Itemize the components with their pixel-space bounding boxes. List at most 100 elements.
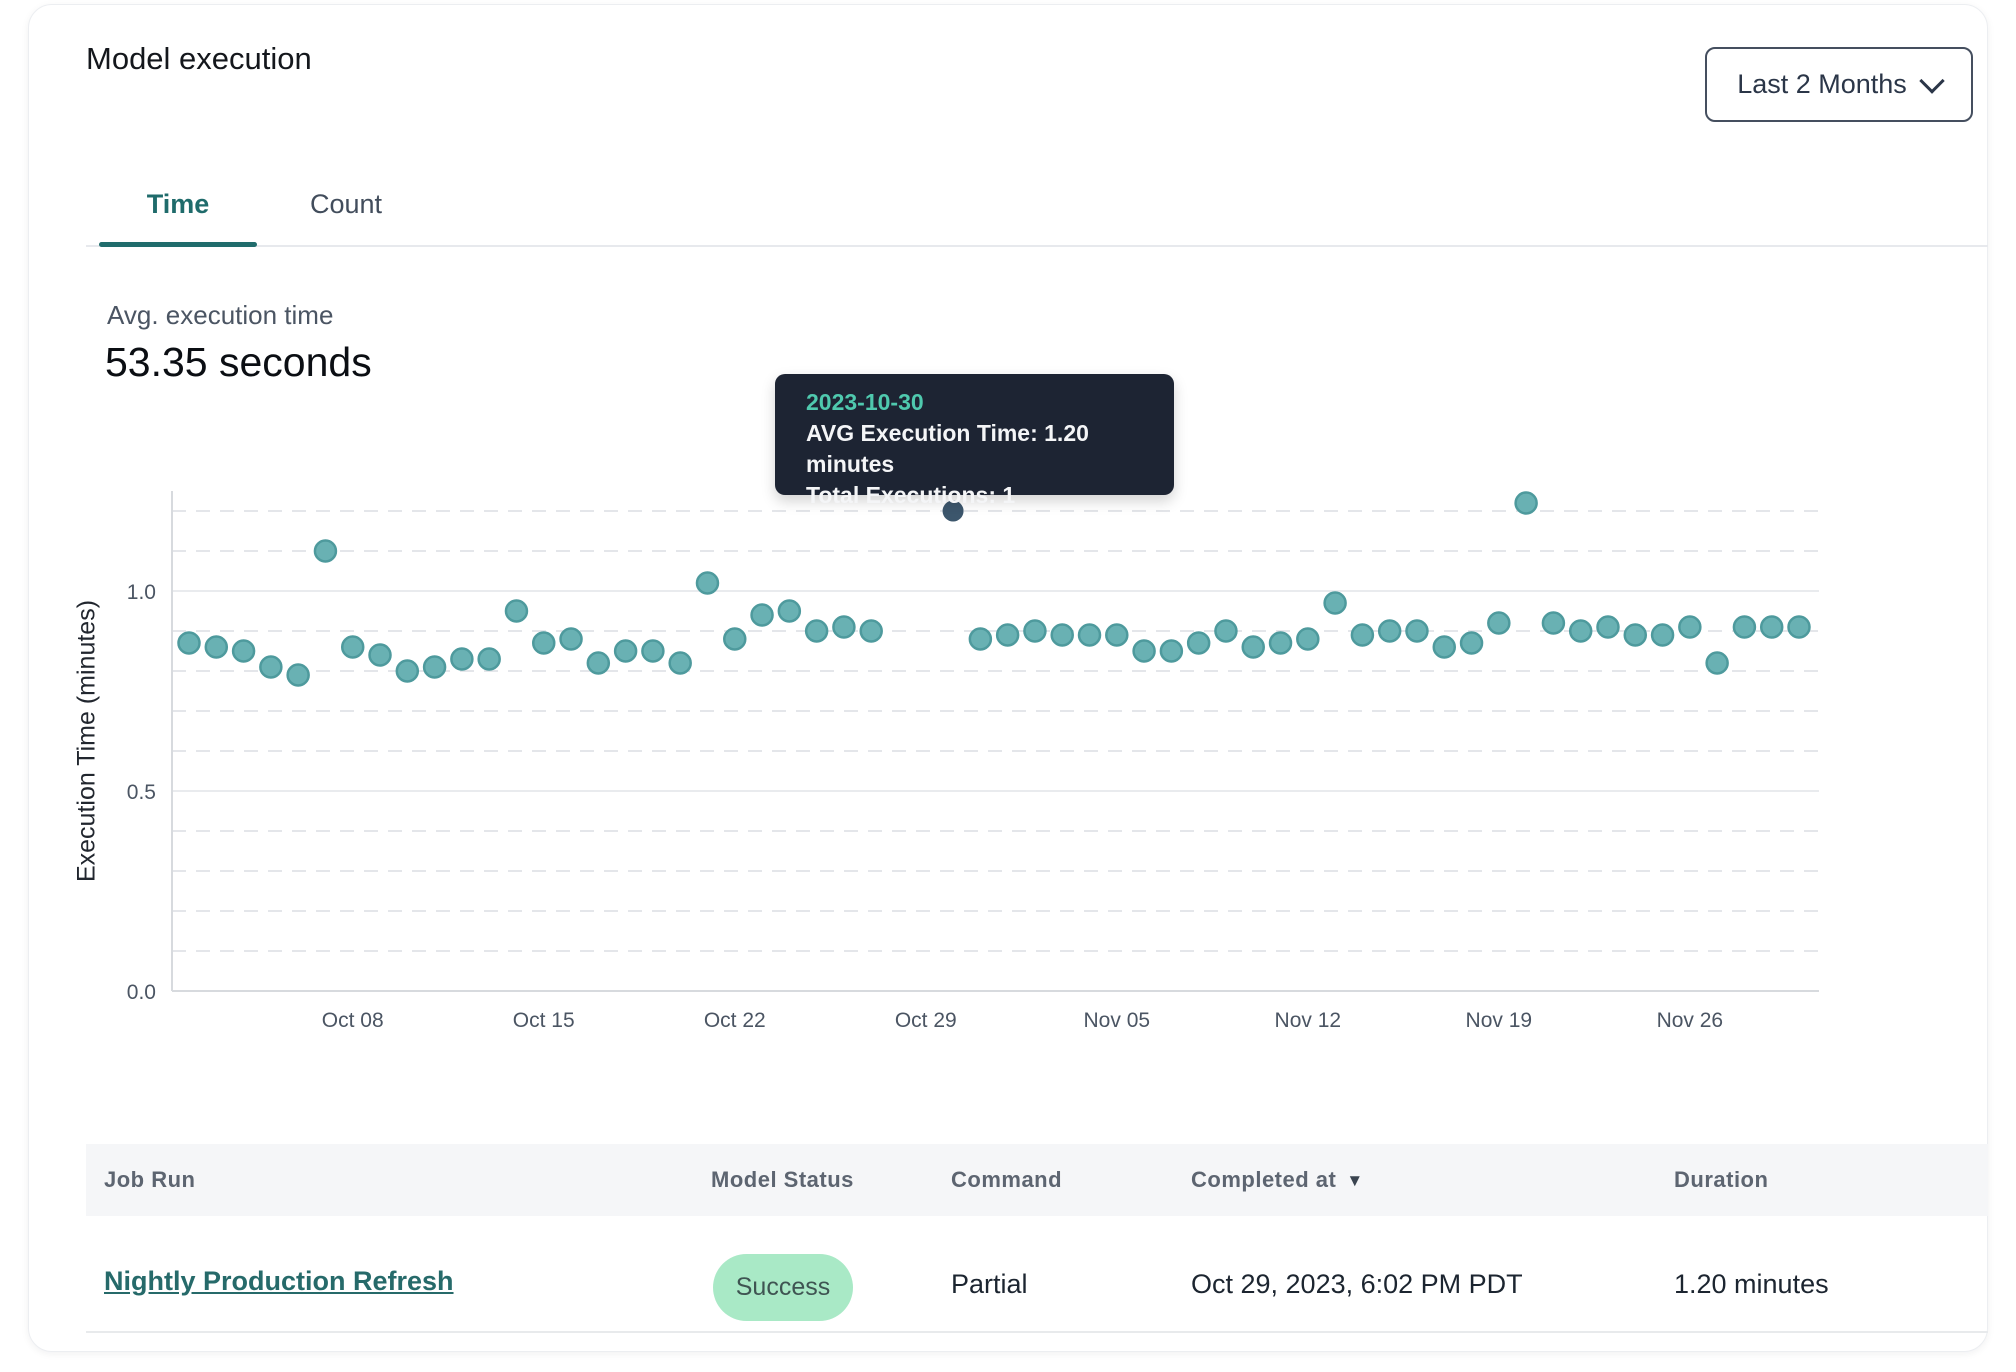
scatter-point[interactable] — [1434, 637, 1455, 658]
x-tick-label: Oct 08 — [322, 1009, 384, 1032]
scatter-point[interactable] — [1352, 625, 1373, 646]
scatter-point[interactable] — [1024, 621, 1045, 642]
date-range-dropdown[interactable]: Last 2 Months — [1705, 47, 1973, 122]
scatter-point[interactable] — [1379, 621, 1400, 642]
scatter-point[interactable] — [724, 629, 745, 650]
scatter-point[interactable] — [970, 629, 991, 650]
x-tick-label: Nov 05 — [1084, 1009, 1151, 1032]
scatter-point[interactable] — [1516, 493, 1537, 514]
scatter-point[interactable] — [1734, 617, 1755, 638]
scatter-point[interactable] — [861, 621, 882, 642]
scatter-point[interactable] — [588, 653, 609, 674]
column-header-duration[interactable]: Duration — [1674, 1144, 1768, 1216]
scatter-point[interactable] — [479, 649, 500, 670]
scatter-point[interactable] — [1215, 621, 1236, 642]
scatter-point[interactable] — [1543, 613, 1564, 634]
column-header-job-run[interactable]: Job Run — [104, 1144, 196, 1216]
chart-tooltip: 2023-10-30 AVG Execution Time: 1.20 minu… — [775, 374, 1174, 495]
scatter-point[interactable] — [779, 601, 800, 622]
column-header-completed-at-label: Completed at — [1191, 1167, 1336, 1192]
duration-cell: 1.20 minutes — [1674, 1269, 1829, 1300]
x-tick-label: Oct 29 — [895, 1009, 957, 1032]
scatter-point[interactable] — [424, 657, 445, 678]
scatter-point[interactable] — [670, 653, 691, 674]
avg-execution-time-label: Avg. execution time — [107, 300, 333, 331]
scatter-point[interactable] — [206, 637, 227, 658]
scatter-point[interactable] — [752, 605, 773, 626]
scatter-point[interactable] — [615, 641, 636, 662]
tab-count[interactable]: Count — [257, 187, 435, 237]
scatter-point[interactable] — [370, 645, 391, 666]
x-tick-label: Nov 26 — [1657, 1009, 1724, 1032]
scatter-point[interactable] — [315, 541, 336, 562]
scatter-point[interactable] — [1461, 633, 1482, 654]
command-cell: Partial — [951, 1269, 1028, 1300]
x-tick-label: Nov 19 — [1466, 1009, 1533, 1032]
scatter-point[interactable] — [1761, 617, 1782, 638]
scatter-point[interactable] — [1488, 613, 1509, 634]
scatter-point[interactable] — [1106, 625, 1127, 646]
scatter-point[interactable] — [1679, 617, 1700, 638]
scatter-point[interactable] — [1052, 625, 1073, 646]
scatter-point[interactable] — [806, 621, 827, 642]
y-tick-label: 0.5 — [127, 781, 156, 804]
scatter-point[interactable] — [1789, 617, 1810, 638]
scatter-point[interactable] — [288, 665, 309, 686]
scatter-point[interactable] — [342, 637, 363, 658]
job-run-link[interactable]: Nightly Production Refresh — [104, 1266, 454, 1297]
tabs-divider — [86, 245, 1988, 247]
status-badge: Success — [713, 1254, 853, 1321]
scatter-point[interactable] — [179, 633, 200, 654]
scatter-point[interactable] — [1652, 625, 1673, 646]
scatter-point[interactable] — [833, 617, 854, 638]
scatter-point[interactable] — [1406, 621, 1427, 642]
avg-execution-time-value: 53.35 seconds — [105, 339, 372, 386]
model-execution-card: Model execution Last 2 Months Time Count… — [28, 4, 1988, 1352]
scatter-point[interactable] — [1134, 641, 1155, 662]
scatter-point[interactable] — [697, 573, 718, 594]
scatter-point[interactable] — [1707, 653, 1728, 674]
scatter-point[interactable] — [1570, 621, 1591, 642]
scatter-point[interactable] — [260, 657, 281, 678]
scatter-point[interactable] — [233, 641, 254, 662]
row-divider — [86, 1331, 1988, 1333]
scatter-chart[interactable]: 0.0 0.5 1.0 Oct 08 Oct 15 Oct 22 Oct 29 Nov 05 N… — [69, 465, 1869, 1065]
completed-at-cell: Oct 29, 2023, 6:02 PM PDT — [1191, 1269, 1523, 1300]
scatter-point[interactable] — [1270, 633, 1291, 654]
tooltip-total-executions: Total Executions: 1 — [806, 480, 1174, 511]
x-tick-label: Nov 12 — [1275, 1009, 1342, 1032]
scatter-point[interactable] — [397, 661, 418, 682]
scatter-point[interactable] — [1625, 625, 1646, 646]
sort-desc-icon[interactable]: ▼ — [1346, 1145, 1363, 1217]
active-tab-underline — [99, 242, 257, 247]
scatter-point[interactable] — [506, 601, 527, 622]
scatter-point[interactable] — [1597, 617, 1618, 638]
scatter-point[interactable] — [1325, 593, 1346, 614]
scatter-point[interactable] — [561, 629, 582, 650]
y-axis-title: Execution Time (minutes) — [73, 600, 102, 882]
tooltip-date: 2023-10-30 — [806, 387, 1174, 418]
tab-time[interactable]: Time — [99, 187, 257, 237]
y-tick-label: 0.0 — [127, 981, 156, 1004]
scatter-point[interactable] — [1161, 641, 1182, 662]
scatter-point[interactable] — [997, 625, 1018, 646]
scatter-point[interactable] — [451, 649, 472, 670]
column-header-model-status[interactable]: Model Status — [711, 1144, 854, 1216]
chevron-down-icon — [1919, 68, 1944, 93]
column-header-completed-at[interactable]: Completed at ▼ — [1191, 1144, 1364, 1216]
scatter-point[interactable] — [642, 641, 663, 662]
page-title: Model execution — [86, 41, 312, 77]
scatter-point[interactable] — [1188, 633, 1209, 654]
column-header-command[interactable]: Command — [951, 1144, 1062, 1216]
scatter-chart-svg[interactable]: 0.0 0.5 1.0 Oct 08 Oct 15 Oct 22 Oct 29 Nov 05 N… — [69, 465, 1869, 1065]
scatter-point[interactable] — [1297, 629, 1318, 650]
scatter-point[interactable] — [533, 633, 554, 654]
y-tick-label: 1.0 — [127, 581, 156, 604]
date-range-label: Last 2 Months — [1737, 69, 1907, 100]
scatter-point[interactable] — [1079, 625, 1100, 646]
scatter-point[interactable] — [1243, 637, 1264, 658]
tooltip-avg-execution-time: AVG Execution Time: 1.20 minutes — [806, 418, 1174, 480]
table-header: Job Run Model Status Command Completed a… — [86, 1144, 1988, 1216]
x-tick-label: Oct 15 — [513, 1009, 575, 1032]
x-tick-label: Oct 22 — [704, 1009, 766, 1032]
